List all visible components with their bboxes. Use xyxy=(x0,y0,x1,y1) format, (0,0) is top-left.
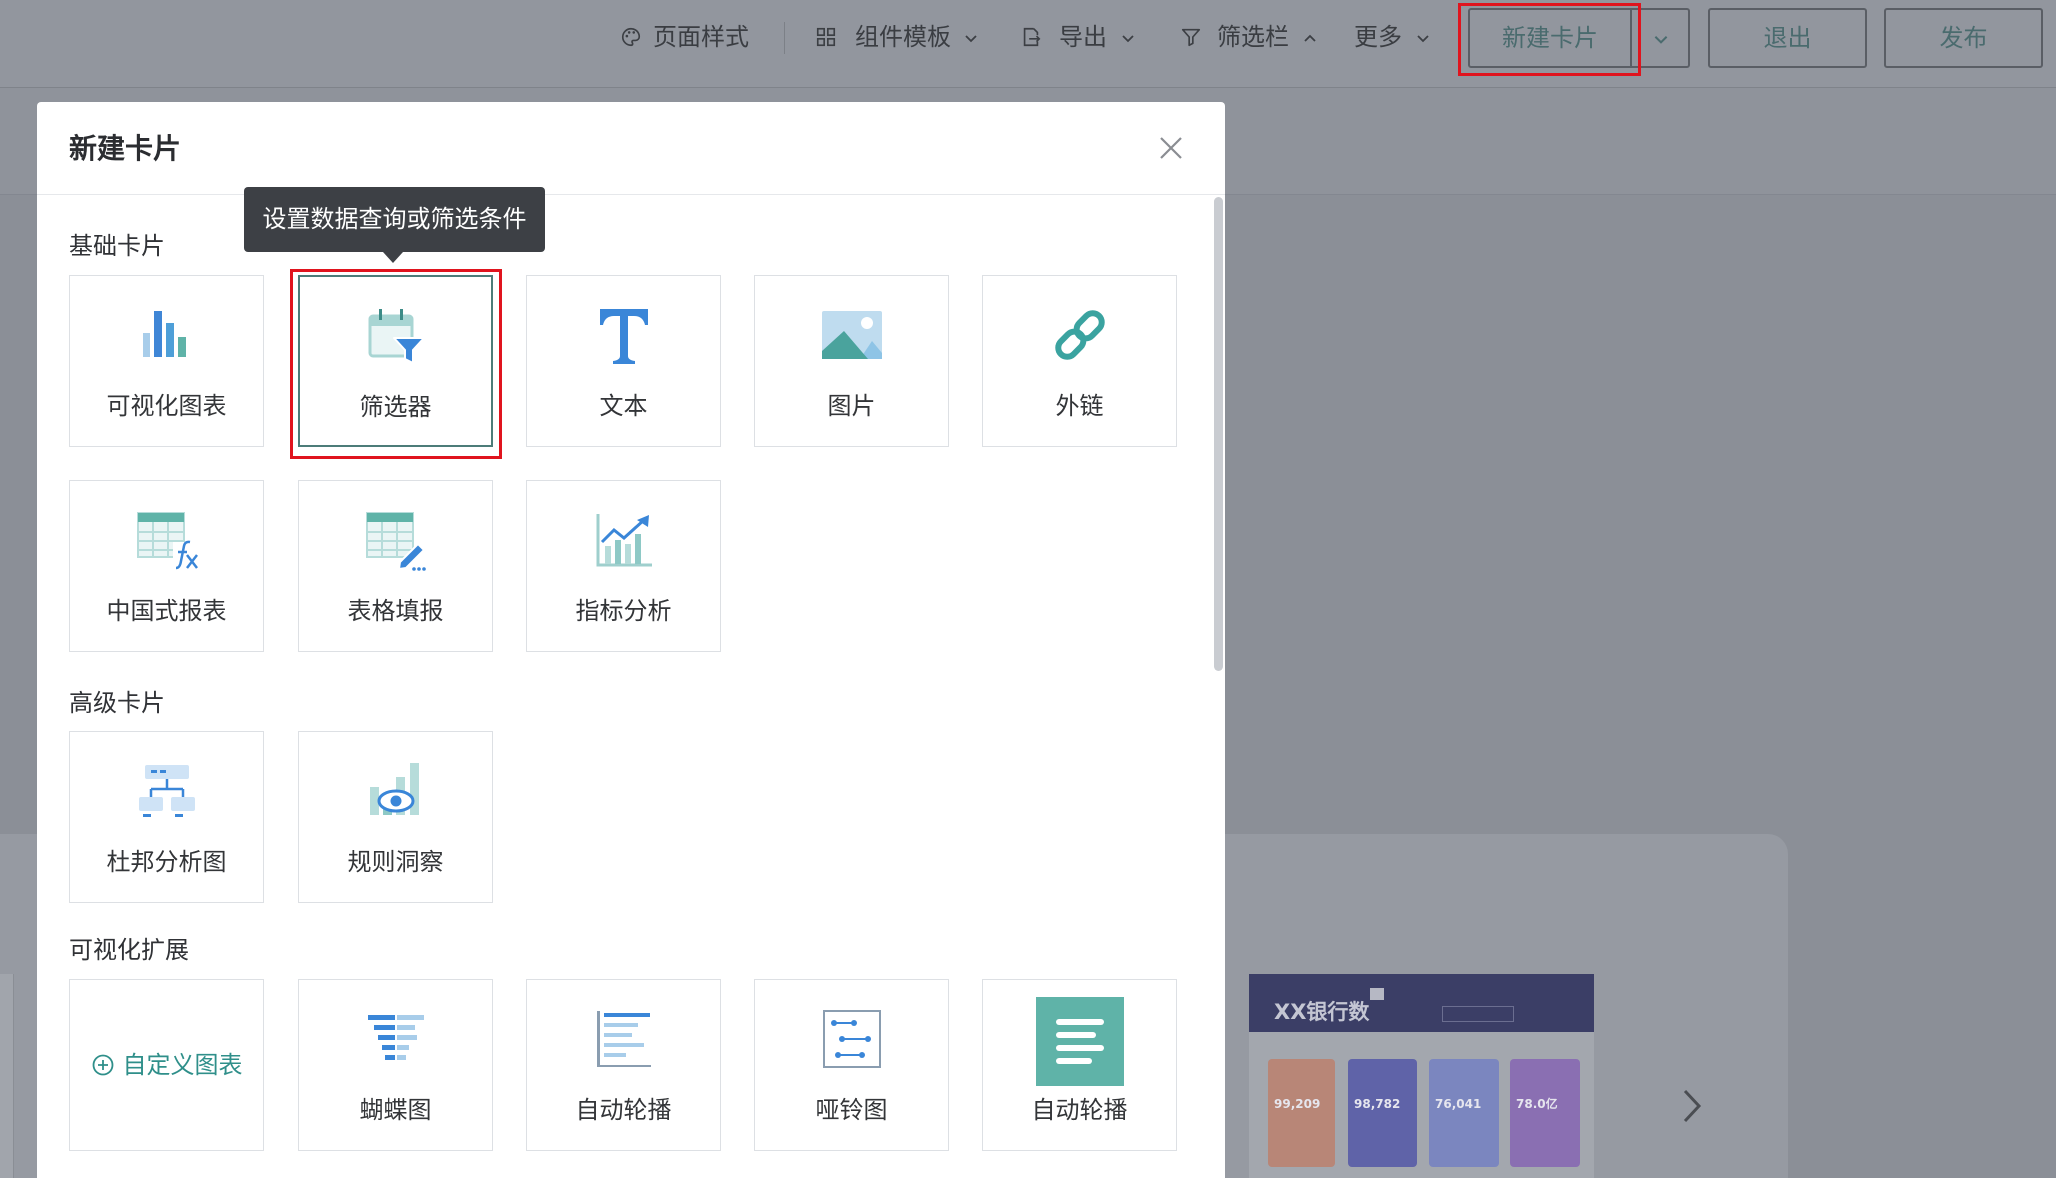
card-metric-analysis[interactable]: 指标分析 xyxy=(526,480,721,652)
card-text[interactable]: 文本 xyxy=(526,275,721,447)
template-thumbnail-bank[interactable]: XX银行数 99,209 98,782 76,041 78.0亿 xyxy=(1249,974,1594,1178)
chevron-down-icon[interactable] xyxy=(1652,30,1670,48)
filter-icon xyxy=(1181,28,1201,47)
section-title-advanced: 高级卡片 xyxy=(69,689,165,717)
dumbbell-chart-icon xyxy=(822,1010,881,1068)
component-template-menu[interactable]: 组件模板 xyxy=(855,23,951,51)
card-label: 中国式报表 xyxy=(106,597,227,625)
card-auto-carousel[interactable]: 自动轮播 xyxy=(526,979,721,1151)
filter-tooltip: 设置数据查询或筛选条件 xyxy=(244,187,545,252)
custom-chart-label-group: 自定义图表 xyxy=(70,1051,263,1079)
metric-value: 99,209 xyxy=(1274,1097,1321,1111)
metric-card: 76,041 xyxy=(1429,1059,1499,1167)
tooltip-arrow xyxy=(383,252,403,263)
metric-card: 98,782 xyxy=(1348,1059,1417,1167)
card-dupont-analysis[interactable]: 杜邦分析图 xyxy=(69,731,264,903)
card-table-fill[interactable]: 表格填报 xyxy=(298,480,493,652)
card-rule-insight[interactable]: 规则洞察 xyxy=(298,731,493,903)
card-label: 表格填报 xyxy=(347,597,444,625)
list-bars-icon xyxy=(596,1011,651,1067)
thumbnail-dropdown xyxy=(1442,1006,1514,1022)
filter-bar-menu[interactable]: 筛选栏 xyxy=(1217,23,1289,51)
card-label: 蝴蝶图 xyxy=(359,1096,432,1124)
card-chinese-report[interactable]: 中国式报表 xyxy=(69,480,264,652)
highlight-box-new-card xyxy=(1458,3,1641,76)
card-custom-chart[interactable]: 自定义图表 xyxy=(69,979,264,1151)
thumbnail-title: XX银行数 xyxy=(1274,1000,1370,1024)
template-thumbnail-partial xyxy=(0,974,14,1178)
card-label: 可视化图表 xyxy=(106,392,227,420)
chevron-down-icon[interactable] xyxy=(1415,30,1431,46)
card-visual-chart[interactable]: 可视化图表 xyxy=(69,275,264,447)
metric-value: 76,041 xyxy=(1435,1097,1482,1111)
image-icon xyxy=(821,311,882,359)
export-icon xyxy=(1023,27,1041,47)
chevron-right-icon[interactable] xyxy=(1680,1088,1704,1124)
export-menu[interactable]: 导出 xyxy=(1059,23,1107,51)
carousel-lines-icon xyxy=(1035,997,1124,1086)
publish-button[interactable]: 发布 xyxy=(1884,8,2043,68)
highlight-box-filter-card xyxy=(290,269,502,459)
chevron-up-icon[interactable] xyxy=(1302,30,1318,46)
plus-circle-icon xyxy=(92,1054,113,1076)
metric-card: 99,209 xyxy=(1268,1059,1335,1167)
section-title-extensions: 可视化扩展 xyxy=(69,936,189,964)
card-label: 外链 xyxy=(1055,392,1104,420)
tree-diagram-icon xyxy=(138,765,195,817)
card-external-link[interactable]: 外链 xyxy=(982,275,1177,447)
top-toolbar: 页面样式 组件模板 导出 筛选栏 更多 新建卡片 退出 发布 xyxy=(0,0,2056,88)
more-menu[interactable]: 更多 xyxy=(1354,23,1402,51)
card-auto-carousel-2[interactable]: 自动轮播 xyxy=(982,979,1177,1151)
card-label: 自动轮播 xyxy=(1031,1096,1128,1124)
card-label: 文本 xyxy=(599,392,648,420)
new-card-dialog: 新建卡片 基础卡片 可视化图表 筛选器 文本 图片 外链 中国式报表 表格填报 … xyxy=(37,102,1225,1178)
card-label: 图片 xyxy=(827,392,876,420)
table-edit-icon xyxy=(365,512,426,571)
card-label: 规则洞察 xyxy=(347,848,444,876)
card-label: 自动轮播 xyxy=(575,1096,672,1124)
butterfly-chart-icon xyxy=(367,1015,424,1060)
text-t-icon xyxy=(599,309,648,364)
metric-trend-icon xyxy=(596,514,652,567)
card-label: 自定义图表 xyxy=(122,1051,243,1079)
palette-icon xyxy=(622,27,641,47)
card-label: 杜邦分析图 xyxy=(106,848,227,876)
card-image[interactable]: 图片 xyxy=(754,275,949,447)
link-icon xyxy=(1054,310,1105,360)
grid-icon xyxy=(816,27,836,47)
dialog-title: 新建卡片 xyxy=(69,132,182,165)
chevron-down-icon[interactable] xyxy=(963,30,979,46)
card-dumbbell-chart[interactable]: 哑铃图 xyxy=(754,979,949,1151)
chart-eye-icon xyxy=(369,763,419,815)
close-icon[interactable] xyxy=(1157,134,1185,162)
dialog-divider xyxy=(37,194,1225,195)
thumbnail-logo xyxy=(1370,988,1384,1000)
page-style-menu[interactable]: 页面样式 xyxy=(653,23,749,51)
toolbar-separator xyxy=(784,22,785,54)
metric-value: 78.0亿 xyxy=(1516,1097,1558,1111)
bar-chart-icon xyxy=(142,311,186,357)
card-label: 哑铃图 xyxy=(815,1096,888,1124)
chevron-down-icon[interactable] xyxy=(1120,30,1136,46)
exit-button[interactable]: 退出 xyxy=(1708,8,1867,68)
card-butterfly-chart[interactable]: 蝴蝶图 xyxy=(298,979,493,1151)
card-label: 指标分析 xyxy=(575,597,672,625)
metric-card: 78.0亿 xyxy=(1510,1059,1580,1167)
metric-value: 98,782 xyxy=(1354,1097,1401,1111)
section-title-basic: 基础卡片 xyxy=(69,232,165,260)
formula-table-icon xyxy=(136,512,199,570)
scrollbar-thumb[interactable] xyxy=(1214,197,1223,671)
